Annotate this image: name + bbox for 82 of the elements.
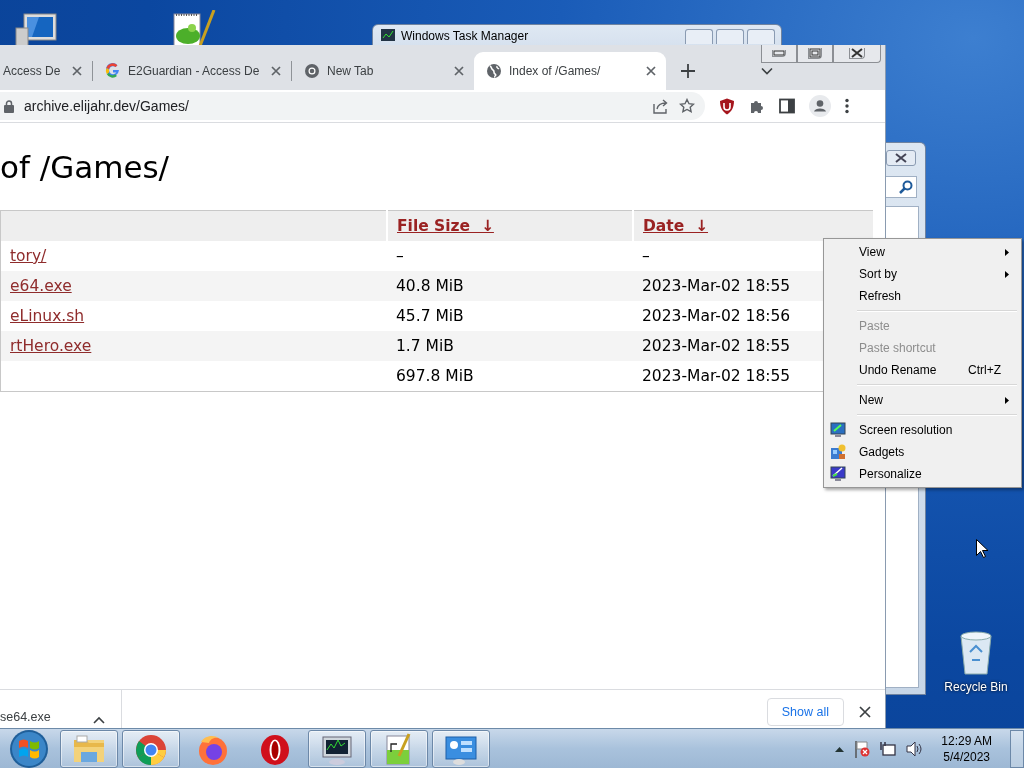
- gadgets-icon: [830, 444, 846, 460]
- chrome-icon: [304, 63, 320, 79]
- file-size: 40.8 MiB: [396, 277, 464, 295]
- new-tab-icon[interactable]: [680, 63, 696, 79]
- page-heading: of /Games/: [0, 149, 170, 185]
- close-button[interactable]: [833, 45, 881, 63]
- cursor-icon: [976, 539, 988, 558]
- search-field[interactable]: [886, 176, 917, 198]
- tab-title: E2Guardian - Access De: [128, 64, 261, 78]
- menu-item[interactable]: Sort by: [826, 263, 1019, 285]
- file-size: 1.7 MiB: [396, 337, 454, 355]
- menu-item[interactable]: View: [826, 241, 1019, 263]
- globe-icon: [486, 63, 502, 79]
- browser-tab[interactable]: New Tab: [292, 52, 474, 90]
- shortcut-text: Ctrl+Z: [968, 363, 1001, 377]
- icon-label[interactable]: Recycle Bin: [944, 680, 1008, 694]
- google-icon: [105, 63, 121, 79]
- clock[interactable]: 12:29 AM 5/4/2023: [941, 732, 992, 765]
- shield-icon[interactable]: [719, 97, 735, 115]
- close-button[interactable]: [886, 150, 916, 166]
- file-date: 2023-Mar-02 18:56: [642, 307, 791, 325]
- menu-item[interactable]: Gadgets: [826, 441, 1019, 463]
- monitor-icon: [830, 466, 846, 482]
- minimize-icon: [772, 50, 786, 57]
- file-size: –: [396, 247, 404, 265]
- file-date: 2023-Mar-02 18:55: [642, 277, 791, 295]
- file-date: –: [642, 247, 650, 265]
- file-size: 697.8 MiB: [396, 367, 474, 385]
- tab-title: New Tab: [327, 64, 375, 78]
- menu-item[interactable]: Refresh: [826, 285, 1019, 307]
- show-all-button[interactable]: Show all: [766, 698, 844, 726]
- start-button[interactable]: [9, 728, 49, 768]
- close-icon: [849, 48, 865, 59]
- browser-tab[interactable]: Index of /Games/: [474, 52, 666, 90]
- menu-item[interactable]: Undo Rename Ctrl+Z: [826, 359, 1019, 381]
- share-icon[interactable]: [653, 98, 669, 114]
- file-link[interactable]: tory/: [10, 247, 47, 265]
- close-icon[interactable]: [452, 64, 466, 78]
- monitor-icon: [830, 422, 846, 438]
- submenu-arrow-icon: [1005, 248, 1009, 256]
- url-text[interactable]: archive.elijahr.dev/Games/: [24, 98, 189, 114]
- taskbar-button[interactable]: [308, 729, 366, 768]
- maximize-icon: [808, 48, 822, 59]
- close-icon[interactable]: [269, 64, 283, 78]
- lock-icon: [4, 99, 14, 113]
- profile-icon[interactable]: [809, 95, 831, 117]
- window-title: Windows Task Manager: [401, 29, 529, 43]
- close-icon[interactable]: [859, 706, 871, 718]
- network-icon[interactable]: [880, 740, 897, 757]
- browser-tab[interactable]: Access De: [0, 52, 92, 90]
- tab-title: Index of /Games/: [509, 64, 602, 78]
- submenu-arrow-icon: [1005, 396, 1009, 404]
- menu-item[interactable]: Personalize: [826, 463, 1019, 485]
- browser-tab[interactable]: E2Guardian - Access De: [93, 52, 291, 90]
- search-icon: [899, 180, 913, 194]
- file-link[interactable]: rtHero.exe: [10, 337, 92, 355]
- monitor-icon: [381, 29, 395, 41]
- file-link[interactable]: eLinux.sh: [10, 307, 85, 325]
- volume-icon[interactable]: [906, 740, 924, 757]
- file-date: 2023-Mar-02 18:55: [642, 337, 791, 355]
- show-desktop-button[interactable]: [1010, 729, 1024, 768]
- submenu-arrow-icon: [1005, 270, 1009, 278]
- close-icon: [894, 153, 908, 163]
- close-icon[interactable]: [644, 64, 658, 78]
- column-header-link[interactable]: Date ↓: [643, 217, 709, 235]
- file-date: 2023-Mar-02 18:55: [642, 367, 791, 385]
- chevron-up-icon[interactable]: [93, 716, 105, 724]
- maximize-button[interactable]: [797, 45, 833, 63]
- puzzle-icon[interactable]: [749, 98, 765, 114]
- side-panel-icon[interactable]: [779, 98, 795, 114]
- star-icon[interactable]: [679, 98, 695, 114]
- file-link[interactable]: e64.exe: [10, 277, 72, 295]
- tab-title: Access De: [3, 64, 62, 78]
- menu-item[interactable]: Screen resolution: [826, 419, 1019, 441]
- file-size: 45.7 MiB: [396, 307, 464, 325]
- flag-icon[interactable]: [854, 739, 871, 758]
- menu-item[interactable]: New: [826, 389, 1019, 411]
- menu-icon[interactable]: [845, 98, 849, 114]
- show-hidden-icons-icon[interactable]: [835, 745, 845, 752]
- close-icon[interactable]: [70, 64, 84, 78]
- download-filename[interactable]: se64.exe: [0, 710, 51, 724]
- recycle-bin-icon[interactable]: [958, 630, 994, 676]
